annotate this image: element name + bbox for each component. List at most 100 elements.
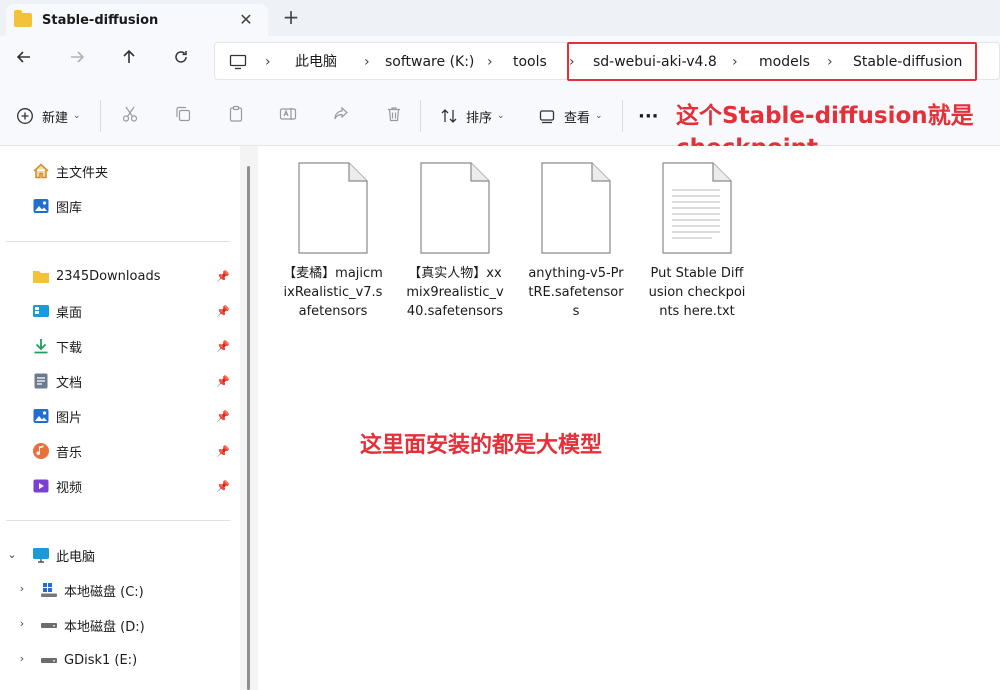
more-icon: ··· [638,105,659,127]
sidebar-item-documents[interactable]: 文档 📌 [32,367,238,395]
sidebar-item-label: 此电脑 [56,549,96,565]
pin-icon[interactable]: 📌 [216,410,230,423]
refresh-button[interactable] [168,48,194,74]
tab-stable-diffusion[interactable]: Stable-diffusion ✕ [6,4,268,36]
pin-icon[interactable]: 📌 [216,270,230,283]
file-item[interactable]: anything-v5-PrtRE.safetensors [526,162,626,321]
forward-button[interactable] [64,48,90,74]
sidebar-item-label: 视频 [56,480,83,496]
sidebar-item-desktop[interactable]: 桌面 📌 [32,297,238,325]
toolbar-divider [100,100,101,132]
blank-file-icon [420,162,490,254]
pin-icon[interactable]: 📌 [216,480,230,493]
sidebar-item-label: 本地磁盘 (C:) [64,584,144,600]
tab-title: Stable-diffusion [42,12,159,28]
sidebar-item-downloads[interactable]: 下载 📌 [32,332,238,360]
annotation-top-line1: 这个Stable-diffusion就是 [676,103,974,129]
sidebar-item-label: 音乐 [56,445,83,461]
pictures-icon [32,407,50,425]
sidebar-item-music[interactable]: 音乐 📌 [32,437,238,465]
close-icon[interactable]: ✕ [234,8,258,32]
arrow-right-icon [71,51,85,63]
sidebar-item-label: 本地磁盘 (D:) [64,619,145,635]
chevron-down-icon[interactable]: ⌄ [6,548,18,561]
chevron-right-icon[interactable]: › [16,617,28,630]
back-button[interactable] [11,48,37,74]
music-icon [32,442,50,460]
clipboard-icon [229,105,243,122]
sidebar-item-label: 图片 [56,410,83,426]
sidebar-item-2345downloads[interactable]: 2345Downloads 📌 [32,262,238,290]
folder-icon [32,267,50,285]
drive-icon [40,616,58,634]
new-button[interactable]: 新建 ⌄ [16,104,81,128]
file-name: 【麦橘】majicmixRealistic_v7.safetensors [283,266,383,319]
folder-icon [14,10,32,27]
sidebar-item-label: 主文件夹 [56,165,109,181]
download-icon [32,337,50,355]
refresh-icon [175,51,187,63]
sidebar-item-drive-d[interactable]: 本地磁盘 (D:) [40,611,145,639]
sort-label: 排序 [466,110,493,126]
view-button[interactable]: 查看 ⌄ [538,104,603,128]
new-tab-button[interactable]: + [280,6,302,28]
sidebar-item-label: 桌面 [56,305,83,321]
chevron-down-icon: ⌄ [73,111,81,121]
gallery-icon [32,197,50,215]
delete-button[interactable] [383,105,405,127]
chevron-down-icon: ⌄ [497,111,505,121]
copy-button[interactable] [172,105,194,127]
scrollbar-thumb[interactable] [247,166,250,690]
blank-file-icon [541,162,611,254]
computer-icon[interactable] [229,43,247,81]
annotation-middle: 这里面安装的都是大模型 [360,433,603,458]
chevron-right-icon[interactable]: › [487,43,493,81]
sidebar-scrollbar[interactable] [240,146,258,690]
share-icon [334,106,348,120]
sidebar-item-gallery[interactable]: 图库 [32,192,82,220]
sidebar-item-home[interactable]: 主文件夹 [32,157,108,185]
file-item[interactable]: Put Stable Diffusion checkpoints here.tx… [647,162,747,321]
tab-bar: Stable-diffusion ✕ + [0,0,1000,36]
sidebar-item-drive-c[interactable]: 本地磁盘 (C:) [40,576,144,604]
pin-icon[interactable]: 📌 [216,445,230,458]
chevron-right-icon[interactable]: › [364,43,370,81]
view-icon [539,110,555,124]
home-icon [32,162,50,180]
blank-file-icon [298,162,368,254]
up-button[interactable] [116,48,142,74]
chevron-right-icon[interactable]: › [16,652,28,665]
sidebar-item-drive-e[interactable]: GDisk1 (E:) [40,646,137,674]
more-button[interactable]: ··· [638,104,659,128]
navigation-pane: 主文件夹 图库 2345Downloads 📌 桌面 📌 下载 📌 文档 📌 图… [0,146,240,690]
breadcrumb-root[interactable]: 此电脑 [295,43,337,81]
sidebar-item-videos[interactable]: 视频 📌 [32,472,238,500]
share-button[interactable] [330,105,352,127]
rename-icon [279,108,297,120]
file-name: 【真实人物】xxmix9realistic_v40.safetensors [406,266,504,319]
cut-button[interactable] [119,105,141,127]
pin-icon[interactable]: 📌 [216,340,230,353]
file-item[interactable]: 【麦橘】majicmixRealistic_v7.safetensors [283,162,383,321]
chevron-right-icon[interactable]: › [16,582,28,595]
sidebar-item-pictures[interactable]: 图片 📌 [32,402,238,430]
windows-drive-icon [40,581,58,599]
breadcrumb-software[interactable]: software (K:) [385,43,474,81]
sidebar-divider [6,241,230,242]
sort-button[interactable]: 排序 ⌄ [440,104,505,128]
pin-icon[interactable]: 📌 [216,375,230,388]
arrow-left-icon [16,51,30,63]
toolbar-divider [622,100,623,132]
view-label: 查看 [564,110,591,126]
toolbar-divider [420,100,421,132]
chevron-right-icon[interactable]: › [265,43,271,81]
file-item[interactable]: 【真实人物】xxmix9realistic_v40.safetensors [405,162,505,321]
sidebar-item-this-pc[interactable]: 此电脑 [32,541,95,569]
chevron-down-icon: ⌄ [595,111,603,121]
rename-button[interactable] [277,105,299,127]
breadcrumb-tools[interactable]: tools [513,43,547,81]
paste-button[interactable] [225,105,247,127]
pin-icon[interactable]: 📌 [216,305,230,318]
file-list: 【麦橘】majicmixRealistic_v7.safetensors 【真实… [258,146,1000,690]
text-file-icon [662,162,732,254]
